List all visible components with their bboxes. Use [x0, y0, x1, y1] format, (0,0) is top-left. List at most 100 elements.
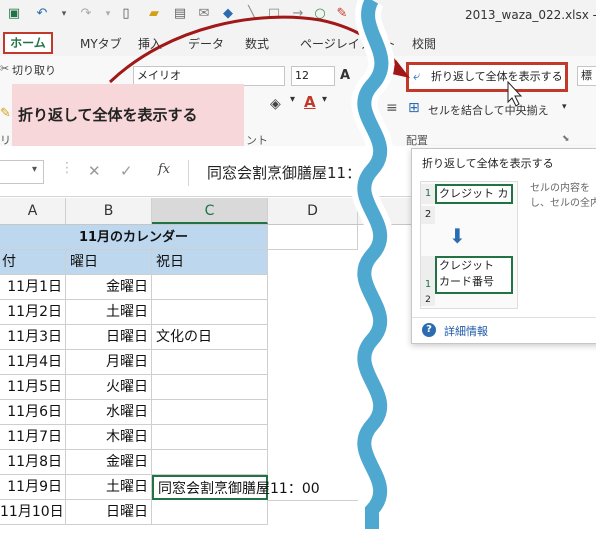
alignment-launcher-icon[interactable]: ⬊ — [562, 134, 570, 144]
date-cell[interactable]: 11月4日 — [0, 350, 66, 375]
cancel-button[interactable]: ✕ — [88, 162, 101, 180]
date-cell[interactable]: 11月6日 — [0, 400, 66, 425]
day-cell[interactable]: 金曜日 — [66, 275, 152, 300]
window-title: 2013_waza_022.xlsx - — [465, 8, 596, 22]
day-cell[interactable]: 月曜日 — [66, 350, 152, 375]
date-cell[interactable]: 11月2日 — [0, 300, 66, 325]
column-header-d[interactable]: D — [268, 198, 358, 224]
line-icon[interactable]: ╲ — [244, 6, 260, 22]
holiday-cell[interactable] — [152, 275, 268, 300]
grow-font-icon[interactable]: A — [340, 68, 350, 83]
holiday-cell-selected[interactable]: 同窓会割烹御膳屋11：00 — [152, 475, 320, 500]
save-icon[interactable]: ▣ — [6, 6, 22, 22]
enter-button[interactable]: ✓ — [120, 162, 133, 180]
tab-page-layout[interactable]: ページレイアウト — [300, 35, 396, 52]
cut-button[interactable]: 切り取り — [12, 62, 56, 78]
email-icon[interactable]: ✉ — [196, 6, 212, 22]
date-cell[interactable]: 11月7日 — [0, 425, 66, 450]
tooltip-title: 折り返して全体を表示する — [422, 157, 554, 170]
wrap-text-icon: ⤶ — [413, 69, 421, 84]
font-name-select[interactable]: メイリオ — [133, 66, 285, 86]
tab-data[interactable]: データ — [188, 35, 224, 52]
example-after-line2: カード番号 — [439, 275, 494, 288]
date-cell[interactable]: 11月3日 — [0, 325, 66, 350]
column-header-a[interactable]: A — [0, 198, 66, 224]
column-header-c[interactable]: C — [152, 198, 268, 224]
fill-color-icon[interactable]: ◈ — [270, 96, 281, 112]
column-header-b[interactable]: B — [66, 198, 152, 224]
holiday-cell[interactable]: 文化の日 — [152, 325, 268, 350]
ribbon-tabs: ホーム MYタブ 挿入 データ 数式 ページレイアウト 校閲 — [0, 30, 596, 57]
header-cell-day[interactable]: 曜日 — [66, 250, 152, 275]
day-cell[interactable]: 木曜日 — [66, 425, 152, 450]
tooltip-example: 1 クレジット カ 2 ⬇ 1 クレジット カード番号 2 — [420, 181, 518, 309]
number-format-box[interactable]: 標 — [577, 66, 596, 86]
merge-icon: ⊞ — [408, 100, 420, 116]
wrap-text-tooltip: 折り返して全体を表示する 1 クレジット カ 2 ⬇ 1 クレジット カード番号… — [411, 148, 596, 344]
date-cell[interactable]: 11月10日 — [0, 500, 66, 525]
day-cell[interactable]: 金曜日 — [66, 450, 152, 475]
tab-review[interactable]: 校閲 — [412, 35, 436, 52]
holiday-cell[interactable] — [152, 450, 268, 475]
holiday-cell[interactable] — [152, 400, 268, 425]
day-cell[interactable]: 日曜日 — [66, 325, 152, 350]
undo-dropdown-icon[interactable]: ▾ — [56, 6, 72, 22]
print-preview-icon[interactable]: ▤ — [172, 6, 188, 22]
tab-home[interactable]: ホーム — [3, 32, 53, 54]
holiday-cell[interactable] — [152, 350, 268, 375]
new-file-icon[interactable]: ▯ — [118, 6, 134, 22]
holiday-cell[interactable] — [152, 425, 268, 450]
indent-icon[interactable]: ≡ — [386, 100, 398, 116]
tab-formulas[interactable]: 数式 — [245, 35, 269, 52]
cut-icon: ✂ — [0, 62, 10, 75]
text-icon[interactable]: A — [356, 6, 372, 22]
cell-d1[interactable] — [268, 225, 358, 250]
undo-icon[interactable]: ↶ — [34, 6, 50, 22]
shapes-icon[interactable]: ◆ — [220, 6, 236, 22]
merge-dropdown-icon[interactable]: ▾ — [562, 102, 567, 112]
day-cell[interactable]: 土曜日 — [66, 475, 152, 500]
example-row-1: 1 — [421, 184, 435, 204]
example-before-cell: クレジット カ — [435, 184, 513, 204]
tooltip-divider — [412, 317, 596, 318]
wrap-text-button[interactable]: ⤶ 折り返して全体を表示する — [406, 62, 568, 92]
header-cell-date[interactable]: 付 — [0, 250, 66, 275]
holiday-cell[interactable] — [152, 375, 268, 400]
example-row-2: 2 — [421, 206, 435, 224]
formula-input[interactable]: 同窓会割烹御膳屋11： — [188, 160, 427, 186]
tab-my[interactable]: MYタブ — [80, 35, 122, 52]
rectangle-icon[interactable]: □ — [266, 6, 282, 22]
font-color-dropdown-icon[interactable]: ▾ — [322, 94, 327, 105]
example-row-2-after: 2 — [421, 294, 435, 306]
more-info-link[interactable]: 詳細情報 — [444, 323, 488, 339]
day-cell[interactable]: 土曜日 — [66, 300, 152, 325]
open-folder-icon[interactable]: ▰ — [146, 6, 162, 22]
day-cell[interactable]: 日曜日 — [66, 500, 152, 525]
tab-insert[interactable]: 挿入 — [138, 35, 162, 52]
merge-center-button[interactable]: セルを結合して中央揃え — [428, 102, 549, 118]
format-painter-icon[interactable]: ✎ — [0, 106, 11, 121]
name-box-dropdown-icon[interactable]: ▾ — [32, 164, 37, 175]
fill-color-dropdown-icon[interactable]: ▾ — [290, 94, 295, 105]
redo-icon[interactable]: ↷ — [78, 6, 94, 22]
sheet-title-cell[interactable]: 11月のカレンダー — [0, 225, 268, 250]
name-box[interactable] — [0, 160, 44, 184]
circle-icon[interactable]: ○ — [312, 6, 328, 22]
arrow-shape-icon[interactable]: → — [290, 6, 306, 22]
holiday-cell[interactable] — [152, 300, 268, 325]
font-size-select[interactable]: 12 — [291, 66, 335, 86]
holiday-cell[interactable] — [152, 500, 268, 525]
day-cell[interactable]: 火曜日 — [66, 375, 152, 400]
date-cell[interactable]: 11月8日 — [0, 450, 66, 475]
help-icon: ? — [422, 323, 436, 337]
insert-function-button[interactable]: fx — [158, 162, 170, 177]
date-cell[interactable]: 11月1日 — [0, 275, 66, 300]
title-bar: ▣ ↶ ▾ ↷ ▾ ▯ ▰ ▤ ✉ ◆ ╲ □ → ○ ✎ A 2013_waz… — [0, 0, 596, 30]
pen-icon[interactable]: ✎ — [334, 6, 350, 22]
date-cell[interactable]: 11月9日 — [0, 475, 66, 500]
font-color-icon[interactable]: A — [304, 93, 316, 111]
date-cell[interactable]: 11月5日 — [0, 375, 66, 400]
header-cell-holiday[interactable]: 祝日 — [152, 250, 268, 275]
day-cell[interactable]: 水曜日 — [66, 400, 152, 425]
redo-dropdown-icon[interactable]: ▾ — [100, 6, 116, 22]
